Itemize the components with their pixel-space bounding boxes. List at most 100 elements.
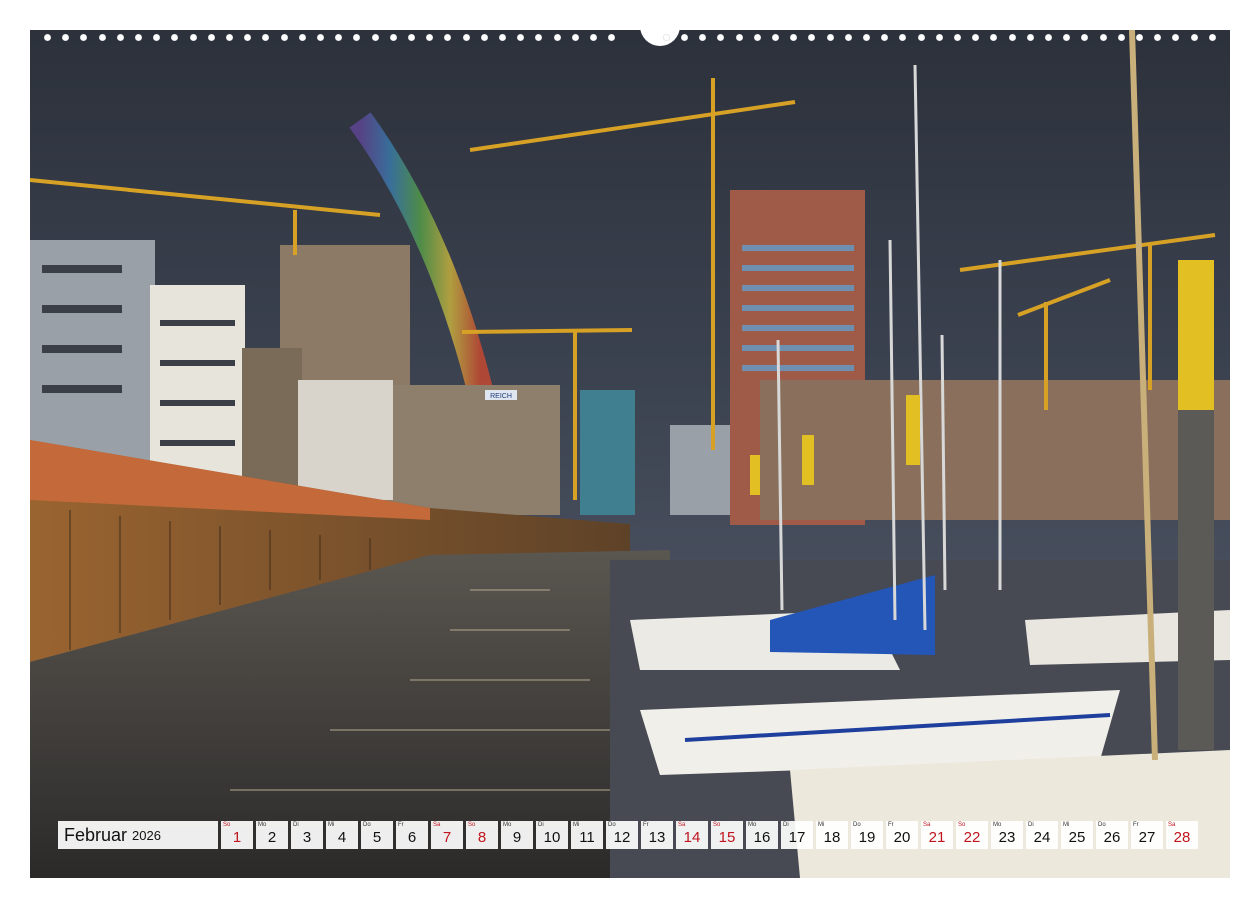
day-cell: Di 24 <box>1026 821 1058 849</box>
binding-hole <box>1208 34 1216 41</box>
binding-hole <box>990 34 998 41</box>
binding-hole <box>98 34 106 41</box>
day-cell: So 8 <box>466 821 498 849</box>
binding-hole <box>389 34 397 41</box>
binding-hole <box>335 34 343 41</box>
day-number: 4 <box>337 829 347 846</box>
binding-hole <box>917 34 925 41</box>
day-number: 16 <box>753 829 771 846</box>
weekday-label: Sa <box>923 822 931 828</box>
binding-hole <box>80 34 88 41</box>
binding-hole <box>517 34 525 41</box>
day-number: 3 <box>302 829 312 846</box>
weekday-label: Do <box>608 822 616 828</box>
mooring-post-grey <box>1178 410 1214 750</box>
day-cell: Do 19 <box>851 821 883 849</box>
binding-hole <box>717 34 725 41</box>
day-number: 25 <box>1068 829 1086 846</box>
day-number: 19 <box>858 829 876 846</box>
glass-tower <box>580 390 635 515</box>
day-cell: Do 12 <box>606 821 638 849</box>
binding-hole <box>571 34 579 41</box>
month-label: Februar 2026 <box>58 821 218 849</box>
binding-hole <box>1063 34 1071 41</box>
month-name: Februar <box>64 824 128 845</box>
weekday-label: Do <box>363 822 371 828</box>
binding-hole <box>535 34 543 41</box>
day-cell: Mi 4 <box>326 821 358 849</box>
calendar-strip: Februar 2026 So 1 Mo 2 Di 3 Mi 4 Do 5 Fr 6 Sa 7 So 8 Mo 9… <box>58 821 1201 849</box>
weekday-label: So <box>713 822 721 828</box>
scaffold-buildings-right <box>760 380 1230 520</box>
binding-hole <box>317 34 324 41</box>
residential-building-3 <box>242 348 302 498</box>
mooring-post-3 <box>802 435 814 485</box>
weekday-label: Mo <box>993 822 1002 828</box>
company-sign-text: REICH <box>490 393 512 400</box>
day-number: 10 <box>543 829 561 846</box>
weekday-label: Mi <box>328 822 335 828</box>
day-cell: Do 26 <box>1096 821 1128 849</box>
day-cell: Di 10 <box>536 821 568 849</box>
binding-hole <box>826 34 834 41</box>
day-number: 28 <box>1173 829 1191 846</box>
day-cell: Mi 25 <box>1061 821 1093 849</box>
binding-hole <box>753 34 761 41</box>
weekday-label: So <box>468 822 476 828</box>
binding-hole <box>226 34 233 41</box>
day-cell: Fr 20 <box>886 821 918 849</box>
month-year: 2026 <box>132 827 161 843</box>
binding-hole <box>371 34 379 41</box>
binding-hole <box>1154 34 1162 41</box>
day-number: 5 <box>372 829 382 846</box>
day-number: 8 <box>477 829 487 846</box>
weekday-label: Mi <box>1063 822 1070 828</box>
binding-hole <box>844 34 852 41</box>
binding-hole <box>462 34 470 41</box>
binding-hole <box>1099 34 1107 41</box>
day-cell: So 22 <box>956 821 988 849</box>
binding-hole <box>244 34 252 41</box>
day-cell: Sa 14 <box>676 821 708 849</box>
day-number: 1 <box>232 829 242 846</box>
binding-hole <box>681 34 688 41</box>
day-cell: Fr 6 <box>396 821 428 849</box>
mooring-post-4 <box>750 455 760 495</box>
binding-hole <box>1045 34 1052 41</box>
day-cell: Di 17 <box>781 821 813 849</box>
weekday-label: Di <box>538 822 544 828</box>
day-cell: Do 5 <box>361 821 393 849</box>
binding-hole <box>44 34 51 41</box>
binding-hole <box>171 34 179 41</box>
binding-hole <box>662 34 670 41</box>
weekday-label: Fr <box>398 822 404 828</box>
day-cell: Mo 9 <box>501 821 533 849</box>
binding-hole <box>408 34 415 41</box>
day-number: 15 <box>718 829 736 846</box>
binding-hole <box>735 34 743 41</box>
weekday-label: Mo <box>258 822 267 828</box>
calendar-photo: REICH <box>30 30 1230 878</box>
binding-hole <box>1190 34 1198 41</box>
binding-hole <box>280 34 288 41</box>
boat-foreground <box>790 750 1230 878</box>
weekday-label: Mo <box>748 822 757 828</box>
binding-hole <box>298 34 306 41</box>
grey-building <box>670 425 730 515</box>
binding-hole <box>480 34 488 41</box>
day-number: 18 <box>823 829 841 846</box>
weekday-label: Di <box>783 822 789 828</box>
day-cell: Mi 18 <box>816 821 848 849</box>
mooring-post-yellow <box>1178 260 1214 410</box>
day-number: 27 <box>1138 829 1156 846</box>
weekday-label: Sa <box>1168 822 1176 828</box>
binding-hole <box>353 34 361 41</box>
spiral-binding <box>30 18 1230 46</box>
day-number: 14 <box>683 829 701 846</box>
binding-hole <box>608 34 616 41</box>
mooring-post-2 <box>906 395 920 465</box>
day-cell: Fr 27 <box>1131 821 1163 849</box>
binding-hole <box>1172 34 1180 41</box>
day-number: 24 <box>1033 829 1051 846</box>
binding-hole <box>444 34 452 41</box>
